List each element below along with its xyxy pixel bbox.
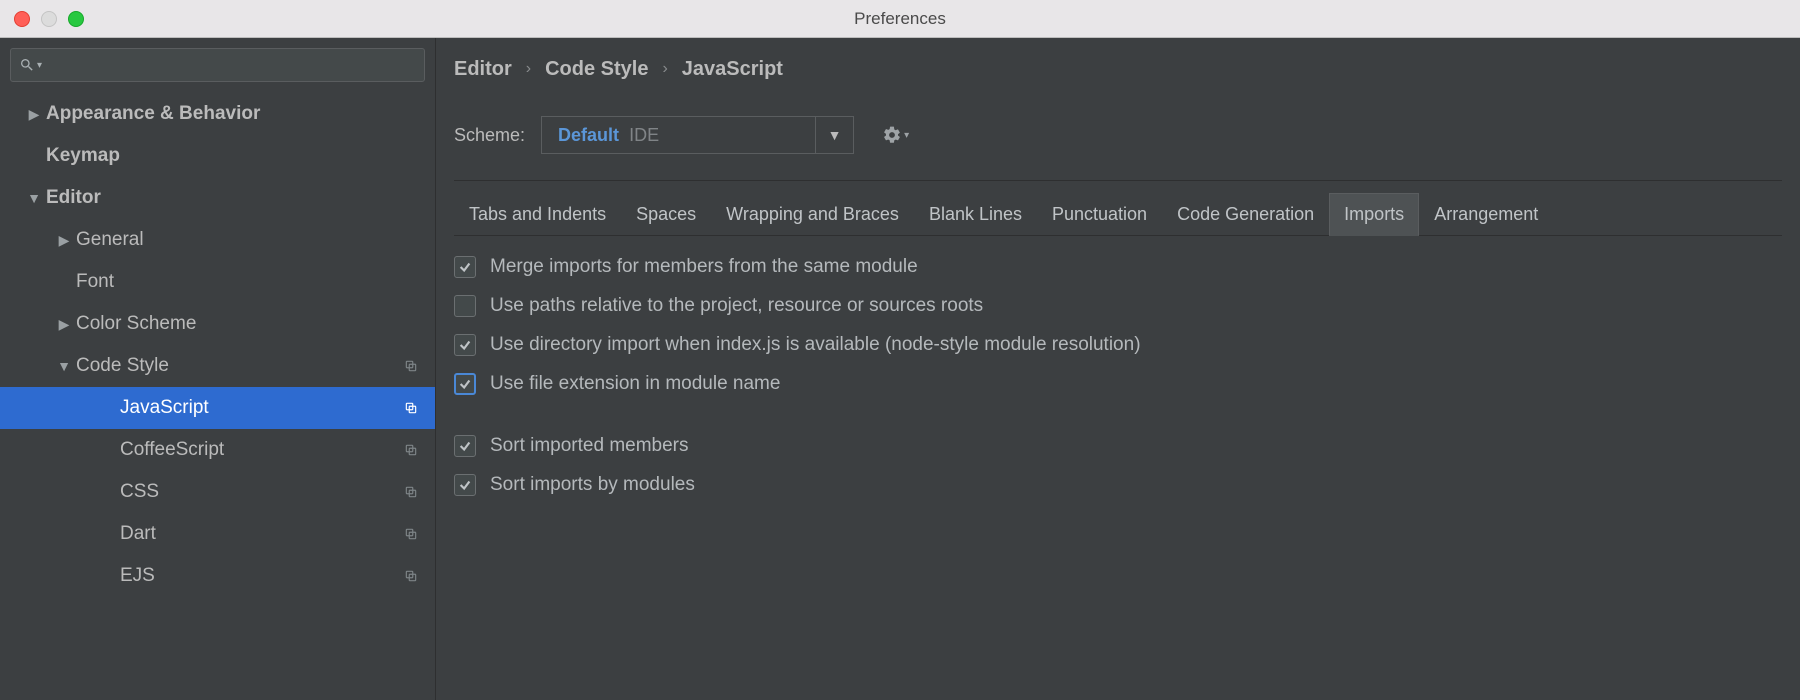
option-label: Merge imports for members from the same … xyxy=(490,256,918,278)
tab-tabs-and-indents[interactable]: Tabs and Indents xyxy=(454,193,621,236)
sidebar-item-code-style[interactable]: ▼Code Style xyxy=(0,345,435,387)
main-panel: Editor › Code Style › JavaScript Scheme:… xyxy=(436,38,1800,700)
option-label: Sort imports by modules xyxy=(490,474,695,496)
search-icon xyxy=(19,57,35,73)
scheme-dropdown-button[interactable]: ▼ xyxy=(815,117,853,153)
breadcrumb-sep-icon: › xyxy=(662,60,667,78)
breadcrumb-codestyle: Code Style xyxy=(545,58,648,81)
option-label: Use directory import when index.js is av… xyxy=(490,334,1141,356)
checkbox[interactable] xyxy=(454,373,476,395)
sidebar-item-general[interactable]: ▶General xyxy=(0,219,435,261)
chevron-down-icon: ▼ xyxy=(52,358,76,374)
scheme-value-wrap: Default IDE xyxy=(542,117,675,153)
titlebar: Preferences xyxy=(0,0,1800,38)
tab-spaces[interactable]: Spaces xyxy=(621,193,711,236)
tab-punctuation[interactable]: Punctuation xyxy=(1037,193,1162,236)
sidebar-item-ejs[interactable]: EJS xyxy=(0,555,435,597)
scheme-value: Default xyxy=(558,125,619,146)
search-wrap: ▾ xyxy=(0,38,435,87)
scheme-tag: IDE xyxy=(629,125,659,146)
sidebar-item-javascript[interactable]: JavaScript xyxy=(0,387,435,429)
sidebar-item-color-scheme[interactable]: ▶Color Scheme xyxy=(0,303,435,345)
sidebar-item-label: Font xyxy=(76,271,421,293)
close-window-button[interactable] xyxy=(14,11,30,27)
divider xyxy=(454,180,1782,181)
breadcrumb-editor: Editor xyxy=(454,58,512,81)
sidebar-item-dart[interactable]: Dart xyxy=(0,513,435,555)
checkbox[interactable] xyxy=(454,474,476,496)
checkbox[interactable] xyxy=(454,295,476,317)
option-row: Sort imports by modules xyxy=(454,474,1782,496)
copy-icon xyxy=(401,440,421,460)
option-row: Use paths relative to the project, resou… xyxy=(454,295,1782,317)
body: ▾ ▶Appearance & BehaviorKeymap▼Editor▶Ge… xyxy=(0,38,1800,700)
option-row: Use directory import when index.js is av… xyxy=(454,334,1782,356)
sidebar-item-label: CoffeeScript xyxy=(120,439,401,461)
chevron-right-icon: ▶ xyxy=(52,232,76,249)
search-input[interactable]: ▾ xyxy=(10,48,425,82)
window-title: Preferences xyxy=(0,9,1800,29)
scheme-select[interactable]: Default IDE ▼ xyxy=(541,116,854,154)
breadcrumb-javascript: JavaScript xyxy=(682,58,783,81)
options-panel: Merge imports for members from the same … xyxy=(454,236,1782,496)
option-row: Use file extension in module name xyxy=(454,373,1782,395)
checkbox[interactable] xyxy=(454,256,476,278)
scheme-actions-button[interactable]: ▾ xyxy=(882,125,909,145)
checkbox[interactable] xyxy=(454,334,476,356)
sidebar-item-label: Color Scheme xyxy=(76,313,421,335)
tab-blank-lines[interactable]: Blank Lines xyxy=(914,193,1037,236)
sidebar-item-editor[interactable]: ▼Editor xyxy=(0,177,435,219)
sidebar-item-label: EJS xyxy=(120,565,401,587)
sidebar-item-css[interactable]: CSS xyxy=(0,471,435,513)
spacer xyxy=(454,412,1782,418)
settings-tree: ▶Appearance & BehaviorKeymap▼Editor▶Gene… xyxy=(0,87,435,597)
gear-icon xyxy=(882,125,902,145)
sidebar-item-font[interactable]: Font xyxy=(0,261,435,303)
copy-icon xyxy=(401,482,421,502)
option-row: Merge imports for members from the same … xyxy=(454,256,1782,278)
breadcrumb-sep-icon: › xyxy=(526,60,531,78)
breadcrumb: Editor › Code Style › JavaScript xyxy=(454,50,1782,88)
tab-wrapping-and-braces[interactable]: Wrapping and Braces xyxy=(711,193,914,236)
copy-icon xyxy=(401,524,421,544)
sidebar-item-coffeescript[interactable]: CoffeeScript xyxy=(0,429,435,471)
tab-bar: Tabs and IndentsSpacesWrapping and Brace… xyxy=(454,193,1782,236)
sidebar-item-appearance-behavior[interactable]: ▶Appearance & Behavior xyxy=(0,93,435,135)
sidebar: ▾ ▶Appearance & BehaviorKeymap▼Editor▶Ge… xyxy=(0,38,436,700)
checkbox[interactable] xyxy=(454,435,476,457)
chevron-down-icon: ▼ xyxy=(828,127,842,143)
scheme-row: Scheme: Default IDE ▼ ▾ xyxy=(454,116,1782,154)
tab-arrangement[interactable]: Arrangement xyxy=(1419,193,1553,236)
tab-imports[interactable]: Imports xyxy=(1329,193,1419,236)
chevron-right-icon: ▶ xyxy=(22,106,46,123)
sidebar-item-label: CSS xyxy=(120,481,401,503)
tab-code-generation[interactable]: Code Generation xyxy=(1162,193,1329,236)
chevron-right-icon: ▶ xyxy=(52,316,76,333)
option-label: Use file extension in module name xyxy=(490,373,780,395)
chevron-down-icon: ▾ xyxy=(904,130,909,141)
minimize-window-button[interactable] xyxy=(41,11,57,27)
option-label: Use paths relative to the project, resou… xyxy=(490,295,983,317)
option-label: Sort imported members xyxy=(490,435,689,457)
sidebar-item-label: Dart xyxy=(120,523,401,545)
option-row: Sort imported members xyxy=(454,435,1782,457)
sidebar-item-label: Editor xyxy=(46,187,421,209)
sidebar-item-label: Keymap xyxy=(46,145,421,167)
sidebar-item-label: Code Style xyxy=(76,355,401,377)
scheme-label: Scheme: xyxy=(454,125,525,146)
sidebar-item-label: Appearance & Behavior xyxy=(46,103,421,125)
copy-icon xyxy=(401,566,421,586)
sidebar-item-label: General xyxy=(76,229,421,251)
search-dropdown-icon: ▾ xyxy=(37,60,42,71)
sidebar-item-label: JavaScript xyxy=(120,397,401,419)
chevron-down-icon: ▼ xyxy=(22,190,46,206)
copy-icon xyxy=(401,356,421,376)
window-controls xyxy=(14,11,84,27)
zoom-window-button[interactable] xyxy=(68,11,84,27)
sidebar-item-keymap[interactable]: Keymap xyxy=(0,135,435,177)
copy-icon xyxy=(401,398,421,418)
